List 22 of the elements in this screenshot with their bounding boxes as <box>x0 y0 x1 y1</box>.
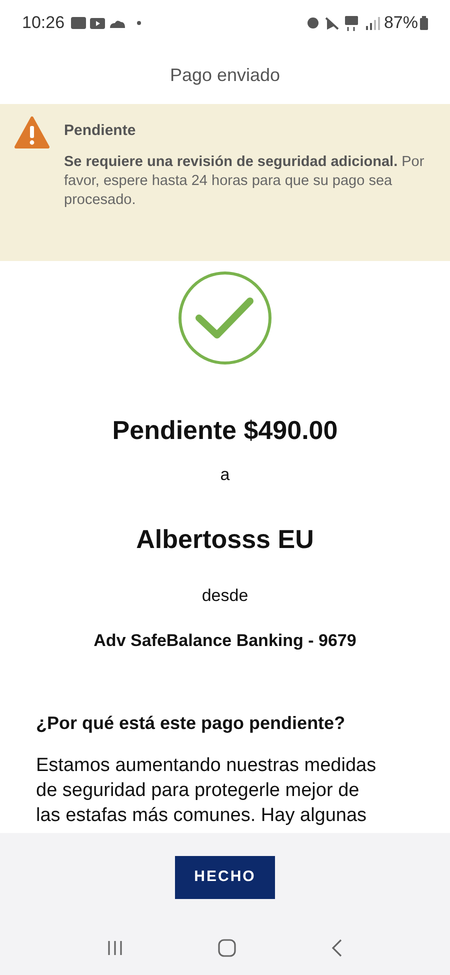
recipient-name: Albertosss EU <box>136 522 314 556</box>
video-play-icon <box>90 16 105 30</box>
page-title: Pago enviado <box>170 64 280 87</box>
recent-apps-icon[interactable] <box>106 939 124 957</box>
status-time: 10:26 <box>22 12 65 34</box>
back-icon[interactable] <box>330 938 344 958</box>
info-paragraph: Estamos aumentando nuestras medidas de seguridad para protegerle mejor de las estafas más comunes. Hay algunas <box>36 754 378 828</box>
dot-icon <box>136 21 141 25</box>
section-heading: ¿Por qué está este pago pendiente? <box>36 712 346 735</box>
home-icon[interactable] <box>216 938 237 958</box>
battery-percent: 87% <box>384 12 418 34</box>
done-button[interactable]: HECHO <box>175 856 275 898</box>
warning-icon <box>14 116 50 150</box>
alert-message: Se requiere una revisión de seguridad adicional. Por favor, espere hasta 24 horas para que su pago sea procesado. <box>64 152 426 210</box>
checkmark-icon <box>178 271 272 365</box>
to-label: a <box>220 464 230 486</box>
payment-amount: Pendiente $490.00 <box>112 414 338 447</box>
battery-icon <box>420 16 428 30</box>
signal-icon <box>366 16 380 30</box>
account-name: Adv SafeBalance Banking - 9679 <box>94 630 356 652</box>
alert-title: Pendiente <box>64 121 137 141</box>
from-label: desde <box>202 584 248 606</box>
